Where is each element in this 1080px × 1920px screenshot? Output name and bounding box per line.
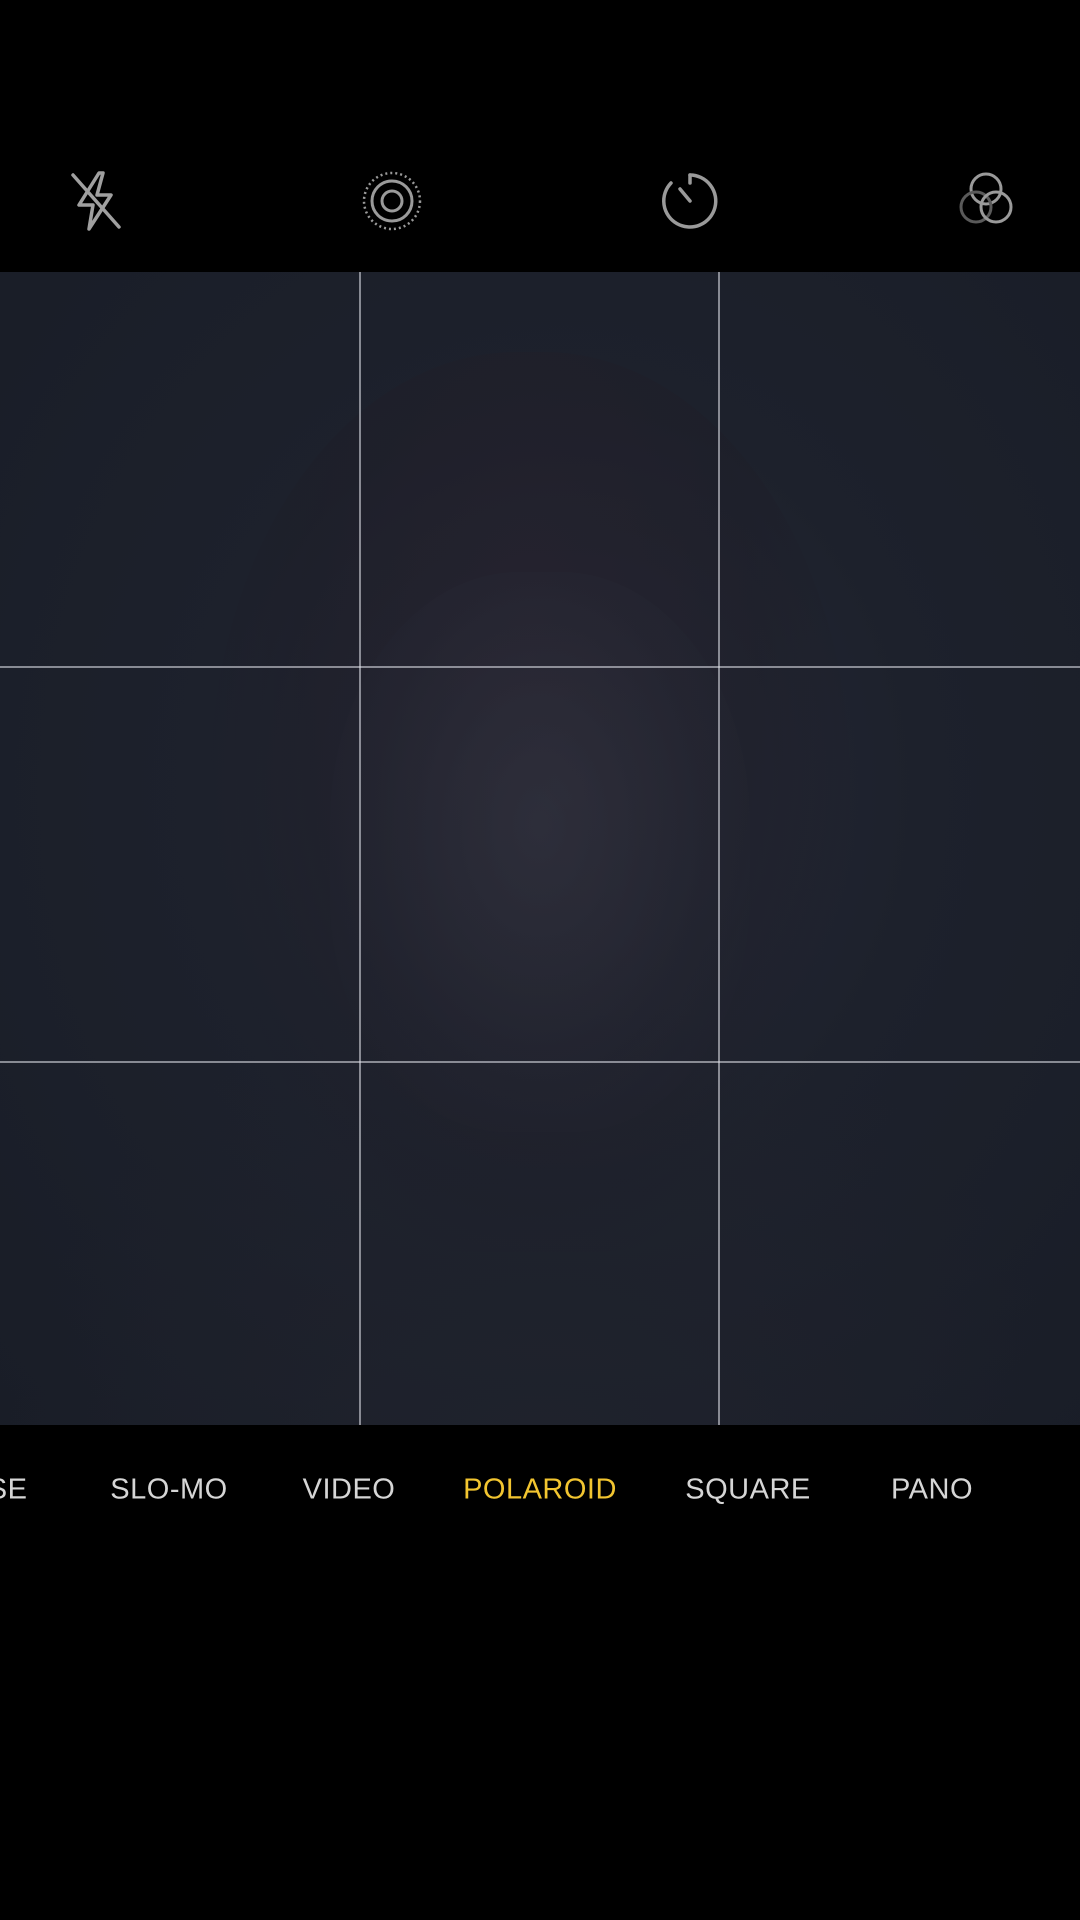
grid-line (718, 272, 720, 1425)
mode-pano[interactable]: PANO (891, 1474, 973, 1507)
viewfinder-subject (0, 972, 1080, 1425)
shutter-area (0, 1555, 1080, 1920)
mode-square[interactable]: SQUARE (685, 1474, 810, 1507)
camera-screen: TIME-LAPSE SLO-MO VIDEO POLAROID SQUARE … (0, 0, 1080, 1920)
camera-viewfinder[interactable] (0, 272, 1080, 1425)
viewfinder-subject-face (330, 572, 750, 1132)
timer-icon[interactable] (654, 165, 726, 237)
mode-polaroid[interactable]: POLAROID (463, 1474, 617, 1507)
flash-off-icon[interactable] (59, 165, 131, 237)
grid-line (359, 272, 361, 1425)
camera-toolbar (0, 0, 1080, 272)
mode-timelapse[interactable]: TIME-LAPSE (0, 1474, 27, 1507)
mode-slo-mo[interactable]: SLO-MO (110, 1474, 227, 1507)
live-photo-icon[interactable] (356, 165, 428, 237)
grid-line (0, 1061, 1080, 1063)
viewfinder-subject-hair (210, 352, 850, 1252)
mode-selector: TIME-LAPSE SLO-MO VIDEO POLAROID SQUARE … (0, 1425, 1080, 1555)
grid-line (0, 666, 1080, 668)
filters-icon[interactable] (950, 165, 1022, 237)
mode-video[interactable]: VIDEO (303, 1474, 396, 1507)
